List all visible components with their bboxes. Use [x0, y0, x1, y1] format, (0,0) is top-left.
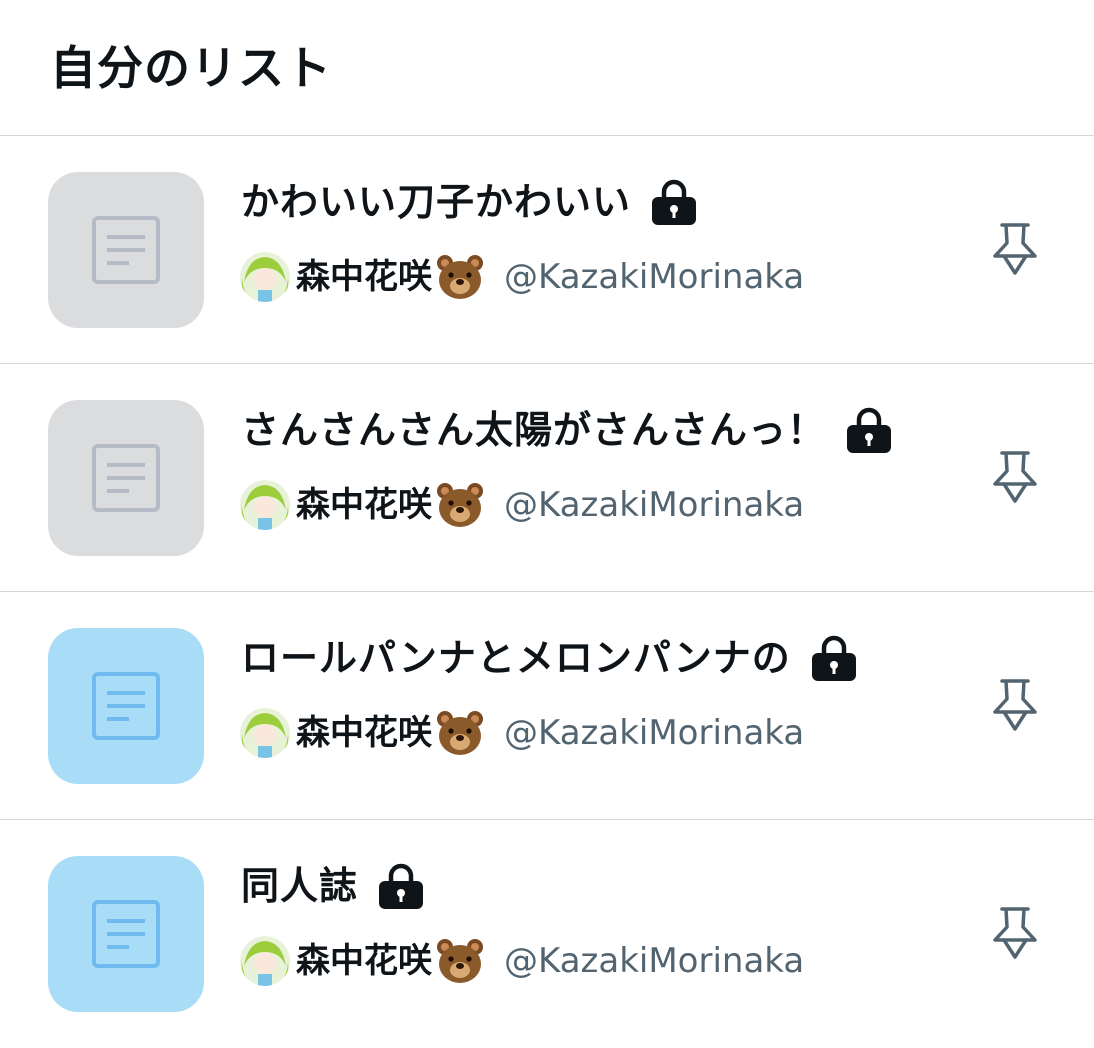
lock-icon [378, 862, 424, 910]
list-title-line: ロールパンナとメロンパンナの [241, 630, 857, 686]
list-item[interactable]: かわいい刀子かわいい 森中花咲 @KazakiMorinaka [0, 136, 1094, 364]
list-owner: 森中花咲 @KazakiMorinaka [240, 934, 804, 988]
list-thumbnail [48, 628, 204, 784]
owner-display-name[interactable]: 森中花咲 [296, 706, 432, 760]
list-name[interactable]: かわいい刀子かわいい [241, 174, 631, 230]
owner-display-name[interactable]: 森中花咲 [296, 250, 432, 304]
list-thumbnail [48, 856, 204, 1012]
lock-icon [651, 178, 697, 226]
lock-icon [811, 634, 857, 682]
pin-icon [993, 451, 1037, 503]
list-item[interactable]: 同人誌 森中花咲 @KazakiMorinaka [0, 820, 1094, 1048]
lock-icon [846, 406, 892, 454]
pin-icon [993, 679, 1037, 731]
owner-display-name[interactable]: 森中花咲 [296, 934, 432, 988]
list-name[interactable]: ロールパンナとメロンパンナの [241, 630, 791, 686]
list-item[interactable]: ロールパンナとメロンパンナの 森中花咲 @KazakiMorinaka [0, 592, 1094, 820]
pin-button[interactable] [984, 448, 1046, 510]
list-owner: 森中花咲 @KazakiMorinaka [240, 706, 804, 760]
avatar [240, 252, 290, 302]
list-title-line: 同人誌 [241, 858, 424, 914]
owner-display-name[interactable]: 森中花咲 [296, 478, 432, 532]
pin-button[interactable] [984, 904, 1046, 966]
bear-icon [436, 710, 484, 756]
list-name[interactable]: さんさんさん太陽がさんさんっ！ [241, 402, 826, 458]
list-title-line: さんさんさん太陽がさんさんっ！ [241, 402, 892, 458]
list-owner: 森中花咲 @KazakiMorinaka [240, 478, 804, 532]
avatar [240, 480, 290, 530]
bear-icon [436, 938, 484, 984]
pin-button[interactable] [984, 676, 1046, 738]
list-owner: 森中花咲 @KazakiMorinaka [240, 250, 804, 304]
list-thumbnail [48, 400, 204, 556]
list-item[interactable]: さんさんさん太陽がさんさんっ！ 森中花咲 @KazakiMorinaka [0, 364, 1094, 592]
pin-icon [993, 223, 1037, 275]
list-container: かわいい刀子かわいい 森中花咲 @KazakiMorinaka さんさんさん太陽… [0, 136, 1094, 1048]
avatar [240, 708, 290, 758]
pin-button[interactable] [984, 220, 1046, 282]
pin-icon [993, 907, 1037, 959]
owner-handle[interactable]: @KazakiMorinaka [504, 706, 804, 760]
page-title: 自分のリスト [50, 41, 332, 95]
owner-handle[interactable]: @KazakiMorinaka [504, 250, 804, 304]
bear-icon [436, 482, 484, 528]
bear-icon [436, 254, 484, 300]
list-icon [92, 444, 160, 512]
owner-handle[interactable]: @KazakiMorinaka [504, 934, 804, 988]
list-name[interactable]: 同人誌 [241, 858, 358, 914]
list-thumbnail [48, 172, 204, 328]
list-icon [92, 672, 160, 740]
page-header: 自分のリスト [0, 0, 1094, 136]
list-icon [92, 216, 160, 284]
owner-handle[interactable]: @KazakiMorinaka [504, 478, 804, 532]
list-icon [92, 900, 160, 968]
avatar [240, 936, 290, 986]
list-title-line: かわいい刀子かわいい [241, 174, 697, 230]
